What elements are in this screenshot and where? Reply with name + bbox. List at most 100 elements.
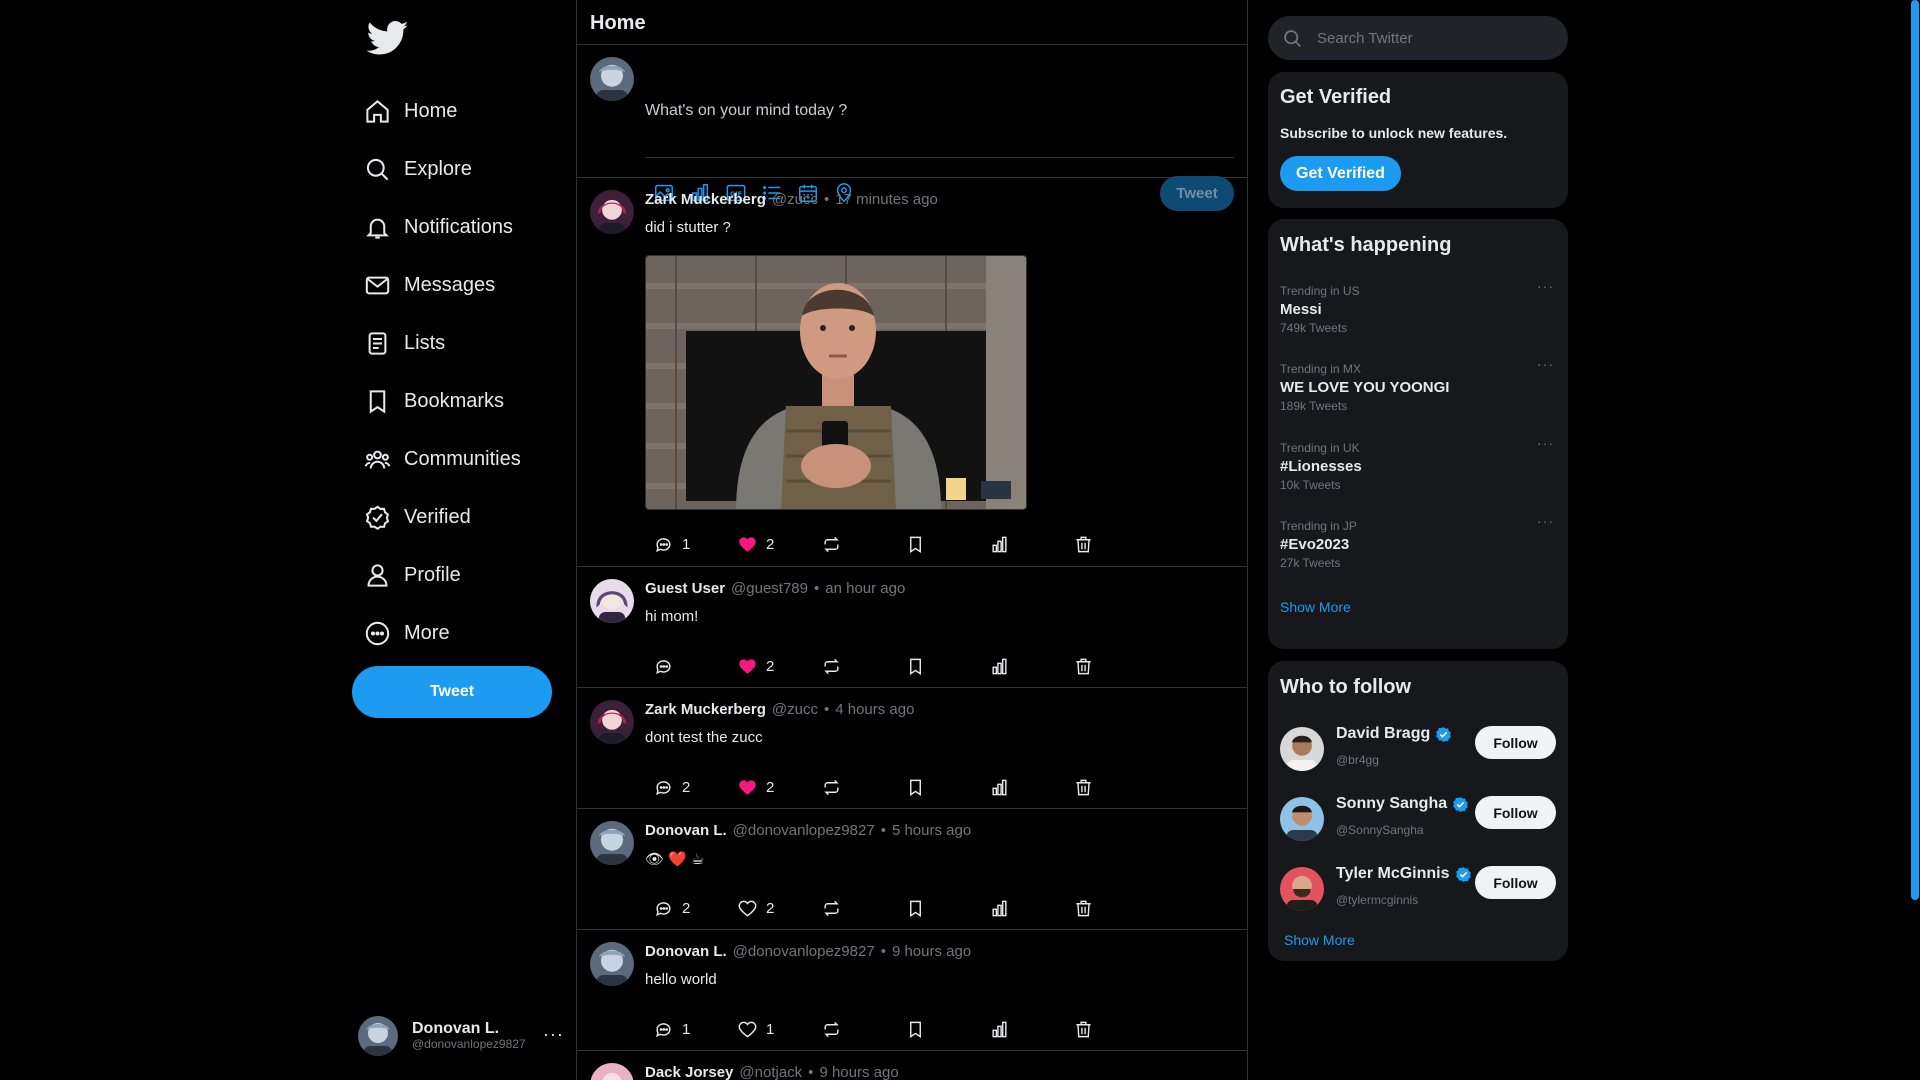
nav-item-bookmarks[interactable]: Bookmarks — [352, 372, 572, 430]
show-more-link[interactable]: Show More — [1280, 599, 1351, 615]
delete-button[interactable] — [1074, 897, 1093, 919]
like-button[interactable]: 2 — [738, 655, 822, 677]
author-name[interactable]: Zark Muckerberg — [645, 191, 766, 208]
bookmark-button[interactable] — [906, 1018, 990, 1040]
author-name[interactable]: Zark Muckerberg — [645, 701, 766, 718]
trend-item[interactable]: Trending in JP #Evo2023 27k Tweets ··· — [1280, 513, 1556, 583]
reply-button[interactable]: 2 — [654, 776, 738, 798]
avatar[interactable] — [1280, 727, 1324, 771]
views-button[interactable] — [990, 776, 1074, 798]
tweet-timestamp[interactable]: 9 hours ago — [819, 1064, 898, 1080]
author-name[interactable]: Guest User — [645, 580, 725, 597]
author-handle[interactable]: @donovanlopez9827 — [733, 822, 875, 839]
nav-item-verified[interactable]: Verified — [352, 488, 572, 546]
follow-button[interactable]: Follow — [1475, 796, 1556, 829]
avatar[interactable] — [1280, 867, 1324, 911]
bookmark-button[interactable] — [906, 776, 990, 798]
avatar[interactable] — [1280, 797, 1324, 841]
scrollbar-thumb[interactable] — [1911, 0, 1919, 900]
tweet[interactable]: Dack Jorsey @notjack • 9 hours ago — [577, 1051, 1247, 1080]
avatar[interactable] — [590, 579, 634, 623]
tweet[interactable]: Zark Muckerberg @zucc • 4 hours ago dont te… — [577, 688, 1247, 809]
author-name[interactable]: Donovan L. — [645, 822, 727, 839]
twitter-logo-icon[interactable] — [363, 17, 413, 59]
show-more-link[interactable]: Show More — [1284, 932, 1355, 948]
author-name[interactable]: Dack Jorsey — [645, 1064, 733, 1080]
avatar[interactable] — [590, 190, 634, 234]
author-handle[interactable]: @zucc — [772, 191, 818, 208]
delete-button[interactable] — [1074, 533, 1093, 555]
get-verified-button[interactable]: Get Verified — [1280, 156, 1401, 191]
compose-input[interactable] — [645, 102, 1225, 120]
more-dots-icon[interactable]: ··· — [1537, 356, 1554, 372]
like-button[interactable]: 2 — [738, 776, 822, 798]
follow-button[interactable]: Follow — [1475, 726, 1556, 759]
page-scrollbar[interactable] — [1910, 0, 1920, 1080]
tweet-button[interactable]: Tweet — [352, 666, 552, 718]
follow-button[interactable]: Follow — [1475, 866, 1556, 899]
reply-button[interactable]: 2 — [654, 897, 738, 919]
retweet-button[interactable] — [822, 776, 906, 798]
search-bar[interactable] — [1268, 16, 1568, 60]
delete-button[interactable] — [1074, 1018, 1093, 1040]
nav-item-communities[interactable]: Communities — [352, 430, 572, 488]
tweet[interactable]: Donovan L. @donovanlopez9827 • 9 hours ago … — [577, 930, 1247, 1051]
tweet[interactable]: Zark Muckerberg @zucc • 17 minutes ago did … — [577, 178, 1247, 567]
nav-item-lists[interactable]: Lists — [352, 314, 572, 372]
follow-suggestion[interactable]: David Bragg @br4gg Follow — [1280, 723, 1556, 773]
tweet-timestamp[interactable]: 9 hours ago — [892, 943, 971, 960]
views-button[interactable] — [990, 655, 1074, 677]
tweet-timestamp[interactable]: 4 hours ago — [835, 701, 914, 718]
tweet-timestamp[interactable]: 17 minutes ago — [835, 191, 938, 208]
bookmark-button[interactable] — [906, 897, 990, 919]
views-button[interactable] — [990, 533, 1074, 555]
reply-button[interactable]: 1 — [654, 533, 738, 555]
account-switcher[interactable]: Donovan L. @donovanlopez9827 ··· — [358, 1012, 576, 1060]
author-name[interactable]: Donovan L. — [645, 943, 727, 960]
tweet[interactable]: Guest User @guest789 • an hour ago hi mom! … — [577, 567, 1247, 688]
trend-item[interactable]: Trending in US Messi 749k Tweets ··· — [1280, 278, 1556, 348]
nav-item-home[interactable]: Home — [352, 82, 572, 140]
retweet-button[interactable] — [822, 655, 906, 677]
like-button[interactable]: 2 — [738, 533, 822, 555]
like-button[interactable]: 2 — [738, 897, 822, 919]
tweet-timestamp[interactable]: 5 hours ago — [892, 822, 971, 839]
delete-button[interactable] — [1074, 776, 1093, 798]
avatar[interactable] — [590, 1063, 634, 1080]
avatar[interactable] — [590, 942, 634, 986]
trend-item[interactable]: Trending in UK #Lionesses 10k Tweets ··· — [1280, 435, 1556, 505]
nav-item-notifications[interactable]: Notifications — [352, 198, 572, 256]
more-dots-icon[interactable]: ··· — [1537, 435, 1554, 451]
bookmark-button[interactable] — [906, 655, 990, 677]
tweet-timestamp[interactable]: an hour ago — [825, 580, 905, 597]
avatar[interactable] — [590, 700, 634, 744]
retweet-button[interactable] — [822, 533, 906, 555]
like-button[interactable]: 1 — [738, 1018, 822, 1040]
author-handle[interactable]: @guest789 — [731, 580, 808, 597]
follow-suggestion[interactable]: Tyler McGinnis @tylermcginnis Follow — [1280, 863, 1556, 913]
tweet[interactable]: Donovan L. @donovanlopez9827 • 5 hours ago … — [577, 809, 1247, 930]
author-handle[interactable]: @notjack — [739, 1064, 802, 1080]
reply-button[interactable] — [654, 655, 738, 677]
nav-item-more[interactable]: More — [352, 604, 572, 662]
nav-item-explore[interactable]: Explore — [352, 140, 572, 198]
reply-button[interactable]: 1 — [654, 1018, 738, 1040]
delete-button[interactable] — [1074, 655, 1093, 677]
author-handle[interactable]: @zucc — [772, 701, 818, 718]
views-button[interactable] — [990, 897, 1074, 919]
retweet-button[interactable] — [822, 897, 906, 919]
retweet-button[interactable] — [822, 1018, 906, 1040]
tweet-image[interactable] — [645, 255, 1027, 510]
more-dots-icon[interactable]: ··· — [543, 1024, 564, 1045]
views-button[interactable] — [990, 1018, 1074, 1040]
avatar[interactable] — [590, 821, 634, 865]
follow-suggestion[interactable]: Sonny Sangha @SonnySangha Follow — [1280, 793, 1556, 843]
more-dots-icon[interactable]: ··· — [1537, 278, 1554, 294]
author-handle[interactable]: @donovanlopez9827 — [733, 943, 875, 960]
nav-item-messages[interactable]: Messages — [352, 256, 572, 314]
more-dots-icon[interactable]: ··· — [1537, 513, 1554, 529]
search-input[interactable] — [1317, 29, 1547, 47]
nav-item-profile[interactable]: Profile — [352, 546, 572, 604]
bookmark-button[interactable] — [906, 533, 990, 555]
trend-item[interactable]: Trending in MX WE LOVE YOU YOONGI 189k T… — [1280, 356, 1556, 426]
